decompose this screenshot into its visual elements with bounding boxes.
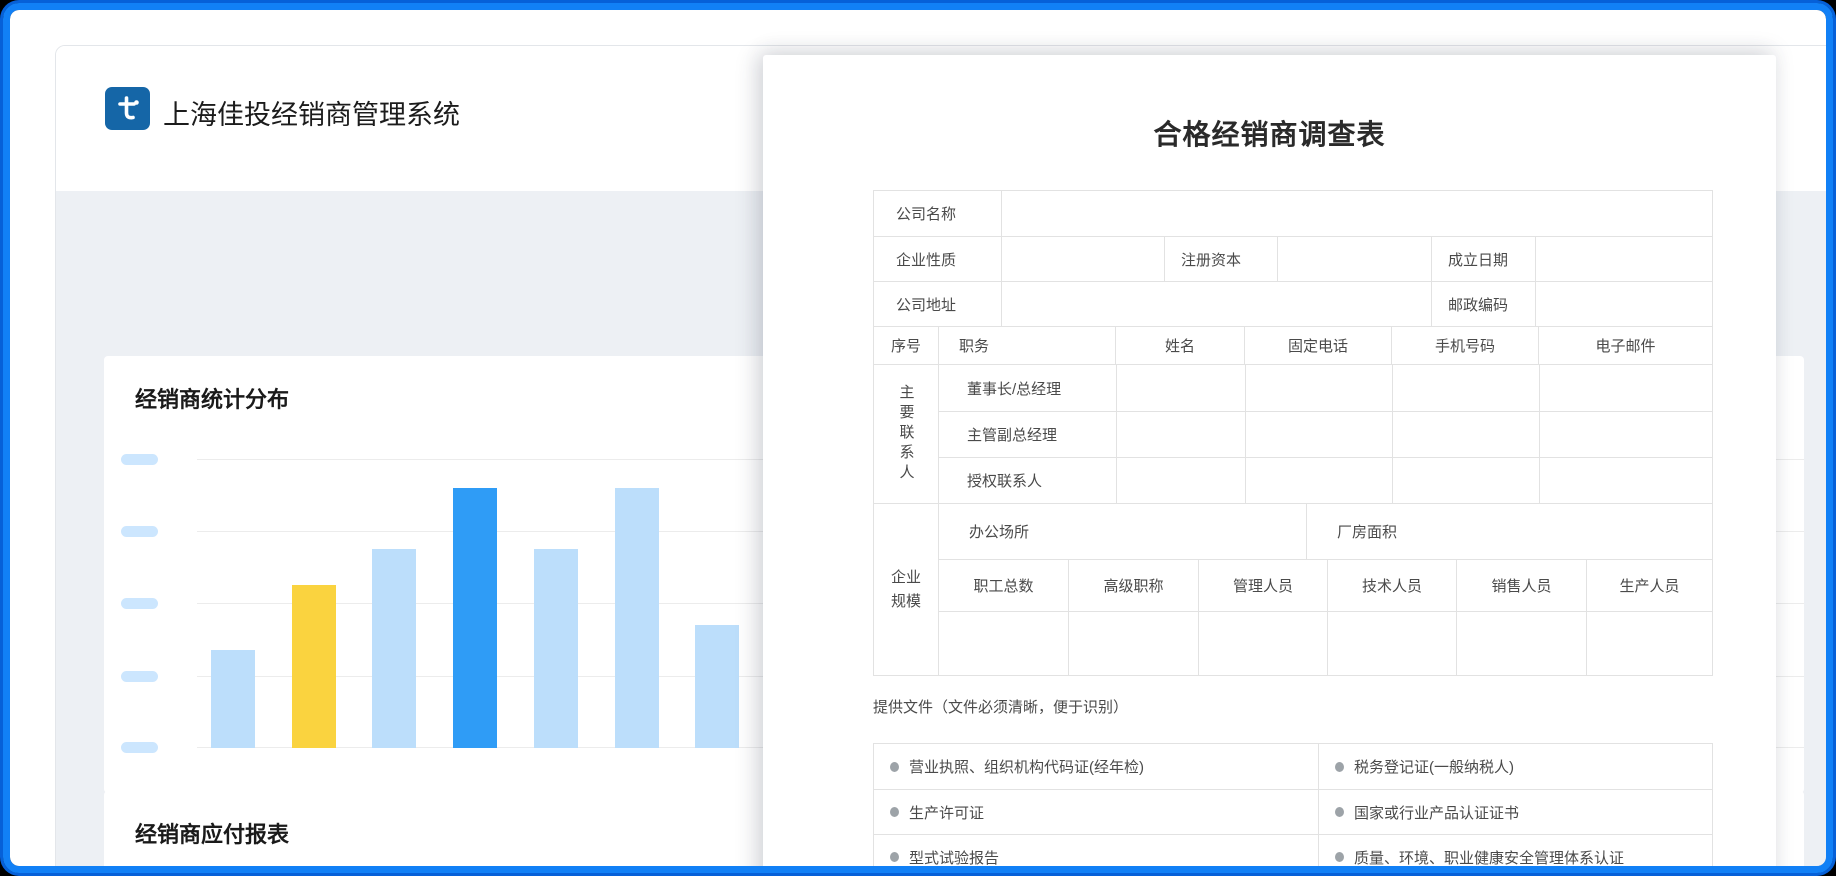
canvas: 上海佳投经销商管理系统 经销商统计分布 bbox=[10, 10, 1826, 866]
contact-input-cell[interactable] bbox=[1116, 458, 1245, 503]
staff-col-header: 管理人员 bbox=[1198, 560, 1327, 611]
document-item: 型式试验报告 bbox=[874, 835, 1318, 866]
form-title: 合格经销商调查表 bbox=[763, 113, 1776, 153]
y-axis-pill bbox=[121, 526, 158, 537]
contact-col-header: 序号 bbox=[874, 327, 938, 364]
document-item-label: 型式试验报告 bbox=[909, 847, 999, 867]
y-axis-pill bbox=[121, 598, 158, 609]
contact-role-label: 授权联系人 bbox=[939, 458, 1116, 503]
company-name-label: 公司名称 bbox=[874, 191, 1001, 236]
staff-input-cell[interactable] bbox=[939, 612, 1068, 675]
postal-code-input-cell[interactable] bbox=[1535, 282, 1712, 326]
chart-bar bbox=[695, 625, 739, 748]
bullet-icon bbox=[1335, 762, 1344, 772]
staff-input-cell[interactable] bbox=[1068, 612, 1198, 675]
chart-bar bbox=[615, 488, 659, 748]
bullet-icon bbox=[890, 852, 899, 862]
document-item: 国家或行业产品认证证书 bbox=[1318, 790, 1712, 834]
staff-input-cell[interactable] bbox=[1586, 612, 1712, 675]
contact-col-header: 固定电话 bbox=[1244, 327, 1391, 364]
establish-date-label: 成立日期 bbox=[1431, 237, 1535, 281]
staff-col-header: 销售人员 bbox=[1456, 560, 1586, 611]
documents-row: 生产许可证 国家或行业产品认证证书 bbox=[874, 789, 1712, 834]
documents-row: 营业执照、组织机构代码证(经年检) 税务登记证(一般纳税人) bbox=[874, 744, 1712, 789]
contact-input-cell[interactable] bbox=[1245, 412, 1392, 457]
y-axis-pill bbox=[121, 671, 158, 682]
page: 上海佳投经销商管理系统 经销商统计分布 bbox=[0, 0, 1836, 876]
document-item-label: 质量、环境、职业健康安全管理体系认证 bbox=[1354, 847, 1624, 867]
bullet-icon bbox=[890, 807, 899, 817]
company-address-label: 公司地址 bbox=[874, 282, 1001, 326]
bullet-icon bbox=[1335, 807, 1344, 817]
document-item: 营业执照、组织机构代码证(经年检) bbox=[874, 744, 1318, 789]
postal-code-label: 邮政编码 bbox=[1431, 282, 1535, 326]
contact-input-cell[interactable] bbox=[1392, 412, 1539, 457]
chart-bar bbox=[534, 549, 578, 748]
contact-input-cell[interactable] bbox=[1245, 365, 1392, 411]
bullet-icon bbox=[1335, 852, 1344, 862]
staff-col-header: 生产人员 bbox=[1586, 560, 1712, 611]
registered-capital-input-cell[interactable] bbox=[1277, 237, 1431, 281]
establish-date-input-cell[interactable] bbox=[1535, 237, 1712, 281]
y-axis-pill bbox=[121, 742, 158, 753]
contact-input-cell[interactable] bbox=[1539, 458, 1712, 503]
document-item-label: 税务登记证(一般纳税人) bbox=[1354, 756, 1514, 777]
office-premises-label: 办公场所 bbox=[939, 504, 1306, 559]
survey-form-panel: 合格经销商调查表 公司名称 企业性质 注册资本 成立日期 bbox=[763, 55, 1776, 866]
chart-bar bbox=[372, 549, 416, 748]
main-contacts-group-label: 主要联系人 bbox=[874, 365, 938, 503]
staff-input-cell[interactable] bbox=[1327, 612, 1456, 675]
contact-input-cell[interactable] bbox=[1392, 365, 1539, 411]
documents-row: 型式试验报告 质量、环境、职业健康安全管理体系认证 bbox=[874, 834, 1712, 866]
staff-input-cell[interactable] bbox=[1456, 612, 1586, 675]
contact-col-header: 姓名 bbox=[1115, 327, 1244, 364]
company-name-input-cell[interactable] bbox=[1001, 191, 1712, 236]
logo-t-glyph bbox=[112, 93, 144, 125]
contact-input-cell[interactable] bbox=[1245, 458, 1392, 503]
contact-input-cell[interactable] bbox=[1539, 412, 1712, 457]
chart-bar bbox=[292, 585, 336, 748]
company-address-input-cell[interactable] bbox=[1001, 282, 1431, 326]
contact-col-header: 手机号码 bbox=[1391, 327, 1538, 364]
chart-bar bbox=[453, 488, 497, 748]
enterprise-nature-label: 企业性质 bbox=[874, 237, 1001, 281]
factory-area-label: 厂房面积 bbox=[1306, 504, 1712, 559]
y-axis-pill bbox=[121, 454, 158, 465]
staff-col-header: 技术人员 bbox=[1327, 560, 1456, 611]
payables-card-title: 经销商应付报表 bbox=[135, 817, 289, 849]
bullet-icon bbox=[890, 762, 899, 772]
chart-card-title: 经销商统计分布 bbox=[135, 382, 289, 414]
document-item-label: 国家或行业产品认证证书 bbox=[1354, 802, 1519, 823]
contact-input-cell[interactable] bbox=[1392, 458, 1539, 503]
document-item-label: 营业执照、组织机构代码证(经年检) bbox=[909, 756, 1144, 777]
contact-input-cell[interactable] bbox=[1116, 412, 1245, 457]
document-item: 生产许可证 bbox=[874, 790, 1318, 834]
staff-input-cell[interactable] bbox=[1198, 612, 1327, 675]
enterprise-nature-input-cell[interactable] bbox=[1001, 237, 1164, 281]
staff-col-header: 高级职称 bbox=[1068, 560, 1198, 611]
contact-role-label: 董事长/总经理 bbox=[939, 365, 1116, 411]
app-title: 上海佳投经销商管理系统 bbox=[163, 93, 460, 132]
documents-note: 提供文件（文件必须清晰，便于识别） bbox=[873, 696, 1128, 717]
staff-col-header: 职工总数 bbox=[939, 560, 1068, 611]
contact-input-cell[interactable] bbox=[1539, 365, 1712, 411]
document-item: 税务登记证(一般纳税人) bbox=[1318, 744, 1712, 789]
registered-capital-label: 注册资本 bbox=[1164, 237, 1277, 281]
contact-col-header: 电子邮件 bbox=[1538, 327, 1712, 364]
enterprise-scale-group-label: 企业规模 bbox=[874, 504, 938, 675]
contact-input-cell[interactable] bbox=[1116, 365, 1245, 411]
survey-form-table: 公司名称 企业性质 注册资本 成立日期 公司地址 邮政编码 bbox=[873, 190, 1713, 676]
chart-bar bbox=[211, 650, 255, 748]
contact-role-label: 主管副总经理 bbox=[939, 412, 1116, 457]
app-logo-icon bbox=[105, 87, 150, 130]
document-item: 质量、环境、职业健康安全管理体系认证 bbox=[1318, 835, 1712, 866]
contact-col-header: 职务 bbox=[938, 327, 1115, 364]
documents-list: 营业执照、组织机构代码证(经年检) 税务登记证(一般纳税人) 生产许可证 国家或… bbox=[873, 743, 1713, 866]
document-item-label: 生产许可证 bbox=[909, 802, 984, 823]
